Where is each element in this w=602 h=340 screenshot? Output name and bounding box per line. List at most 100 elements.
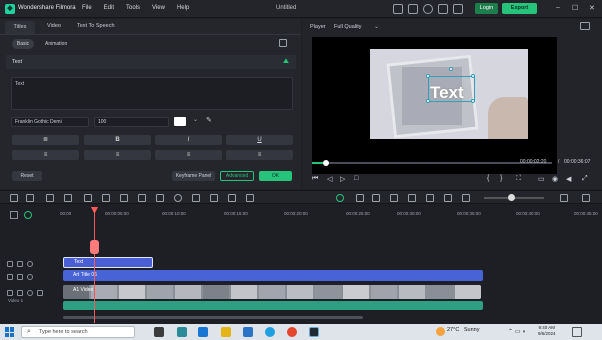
video-clip[interactable]: A1 Video: [63, 285, 481, 299]
task-view-icon[interactable]: [154, 327, 164, 337]
font-size-select[interactable]: 100: [94, 117, 169, 127]
taskbar-search[interactable]: ⌕ Type here to search: [21, 326, 135, 338]
settings-icon[interactable]: [582, 194, 590, 202]
more-icon[interactable]: [246, 194, 254, 202]
file-explorer-icon[interactable]: [221, 327, 231, 337]
render-icon[interactable]: [336, 194, 344, 202]
windows-start-icon[interactable]: [5, 327, 15, 337]
keyframe-panel-button[interactable]: Keyframe Panel: [172, 171, 215, 181]
audio-icon[interactable]: [210, 194, 218, 202]
redo-icon[interactable]: [64, 194, 72, 202]
menu-file[interactable]: File: [82, 5, 92, 11]
resize-handle[interactable]: [426, 99, 430, 103]
shapes-icon[interactable]: ⛰: [283, 58, 289, 66]
eyedropper-icon[interactable]: ✎: [206, 116, 212, 124]
advanced-button[interactable]: Advanced: [220, 171, 254, 181]
delete-icon[interactable]: [84, 194, 92, 202]
time-ruler[interactable]: 00:00 00:00:05:00 00:00:10:00 00:00:15:0…: [34, 209, 602, 221]
cut-icon[interactable]: [102, 194, 110, 202]
grid-icon[interactable]: [10, 194, 18, 202]
store-icon[interactable]: [243, 327, 253, 337]
monitor-icon[interactable]: [393, 4, 403, 14]
eye-icon[interactable]: [27, 290, 33, 296]
preset-icon[interactable]: [279, 39, 287, 47]
chrome-icon[interactable]: [287, 327, 297, 337]
line-spacing-button[interactable]: ≣: [12, 135, 79, 145]
shield-icon[interactable]: [356, 194, 364, 202]
cloud-icon[interactable]: [423, 4, 433, 14]
timeline-scrollbar[interactable]: [63, 316, 363, 319]
chevron-down-icon[interactable]: ⌄: [193, 116, 198, 123]
gift-icon[interactable]: [438, 4, 448, 14]
lock-icon[interactable]: [17, 261, 23, 267]
audio-waveform[interactable]: [63, 301, 483, 310]
export-button[interactable]: Export: [502, 3, 537, 14]
quality-select[interactable]: Full Quality: [334, 24, 362, 30]
color-swatch[interactable]: [174, 117, 186, 126]
duration-icon[interactable]: [192, 194, 200, 202]
step-back-icon[interactable]: ◁: [327, 175, 332, 183]
link-track-icon[interactable]: [24, 211, 32, 219]
playhead[interactable]: [94, 208, 95, 323]
align-center-button[interactable]: ≡: [84, 150, 151, 160]
speaker-icon[interactable]: [37, 290, 43, 296]
minimize-icon[interactable]: –: [556, 4, 560, 11]
chevron-down-icon[interactable]: ⌄: [374, 23, 379, 30]
edge-icon[interactable]: [265, 327, 275, 337]
expand-icon[interactable]: ⤢: [582, 175, 588, 183]
camera-icon[interactable]: ◉: [552, 175, 558, 183]
speed-icon[interactable]: [174, 194, 182, 202]
resize-handle[interactable]: [471, 99, 475, 103]
arrow-icon[interactable]: [26, 194, 34, 202]
volume-icon[interactable]: ◀: [566, 175, 571, 183]
close-icon[interactable]: ✕: [589, 4, 595, 12]
add-track-icon[interactable]: [10, 211, 18, 219]
italic-button[interactable]: I: [155, 135, 222, 145]
mark-in-icon[interactable]: {: [487, 175, 489, 182]
chat-icon[interactable]: [408, 4, 418, 14]
subtab-basic[interactable]: Basic: [12, 39, 34, 49]
menu-view[interactable]: View: [152, 5, 165, 11]
align-right-button[interactable]: ≡: [155, 150, 222, 160]
tab-titles[interactable]: Titles: [5, 21, 35, 34]
undo-icon[interactable]: [46, 194, 54, 202]
menu-edit[interactable]: Edit: [104, 5, 114, 11]
fullscreen-icon[interactable]: ⛶: [516, 175, 521, 183]
playback-progress[interactable]: [312, 160, 552, 166]
snapshot-icon[interactable]: [580, 22, 590, 30]
video-preview[interactable]: Text: [312, 37, 557, 174]
clock[interactable]: 9:40 AM 9/6/2024: [538, 325, 556, 337]
notification-icon[interactable]: [572, 327, 582, 337]
ok-button[interactable]: OK: [259, 171, 292, 181]
mail-icon[interactable]: [198, 327, 208, 337]
snapshot-icon[interactable]: [462, 194, 470, 202]
title-clip[interactable]: Art Title 06: [63, 270, 483, 281]
link-icon[interactable]: [426, 194, 434, 202]
tab-text-to-speech[interactable]: Text To Speech: [77, 23, 115, 29]
subtab-animation[interactable]: Animation: [45, 41, 67, 47]
menu-help[interactable]: Help: [177, 5, 189, 11]
lock-icon[interactable]: [17, 274, 23, 280]
login-button[interactable]: Login: [475, 3, 498, 14]
play-icon[interactable]: ▷: [340, 175, 345, 183]
font-select[interactable]: Franklin Gothic Demi: [11, 117, 89, 127]
eye-icon[interactable]: [27, 274, 33, 280]
filmora-taskbar-icon[interactable]: [309, 327, 319, 337]
text-bounding-box[interactable]: [426, 67, 475, 103]
menu-tools[interactable]: Tools: [126, 5, 140, 11]
lock-icon[interactable]: [17, 290, 23, 296]
snap-icon[interactable]: [444, 194, 452, 202]
layout-icon[interactable]: [560, 194, 568, 202]
bold-button[interactable]: B: [84, 135, 151, 145]
tray-icons[interactable]: ⌃ ▭ ◖: [508, 328, 526, 335]
align-left-button[interactable]: ≡: [12, 150, 79, 160]
rotate-handle[interactable]: [449, 67, 453, 71]
align-justify-button[interactable]: ≡: [226, 150, 293, 160]
stop-icon[interactable]: □: [354, 175, 358, 182]
color-icon[interactable]: [156, 194, 164, 202]
crop-icon[interactable]: [138, 194, 146, 202]
widget-icon[interactable]: [177, 327, 187, 337]
underline-button[interactable]: U: [226, 135, 293, 145]
monitor-icon[interactable]: ▭: [538, 175, 545, 183]
mask-icon[interactable]: [228, 194, 236, 202]
